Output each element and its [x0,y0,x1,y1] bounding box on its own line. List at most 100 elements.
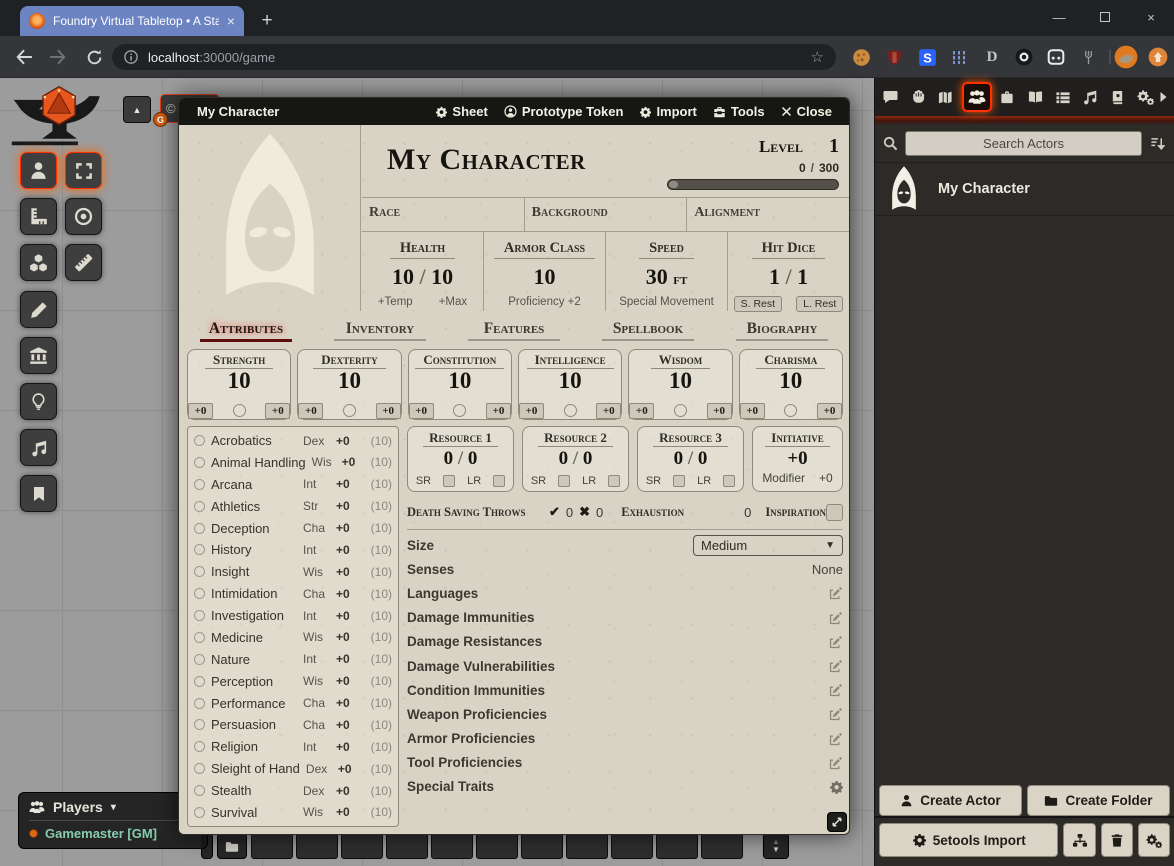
sounds-control-button[interactable] [20,429,57,466]
nav-collapse-button[interactable]: ▲ [123,96,151,123]
proficiency-radio[interactable] [343,404,356,417]
player-row-gm[interactable]: Gamemaster [GM] [29,826,197,841]
short-rest-button[interactable]: S. Rest [734,296,782,312]
ability-name[interactable]: Strength [205,352,273,369]
skill-row[interactable]: Animal Handling Wis +0 (10) [188,452,398,473]
macro-slot[interactable] [251,833,293,859]
hit-dice-value[interactable]: 1 / 1 [728,264,849,290]
death-success-count[interactable]: 0 [566,505,573,520]
skill-proficiency-radio[interactable] [194,698,205,709]
proficiency-radio[interactable] [674,404,687,417]
tab-attributes[interactable]: Attributes [179,317,313,347]
ability-name[interactable]: Dexterity [313,352,385,369]
page-down-icon[interactable]: ▼ [772,846,780,854]
initiative-label[interactable]: Initiative [765,430,829,447]
ability-save[interactable]: +0 [265,403,290,419]
s-extension-icon[interactable]: S [915,45,939,69]
site-info-icon[interactable] [124,50,138,64]
edit-icon[interactable] [829,586,843,600]
skill-proficiency-radio[interactable] [194,632,205,643]
box-extension-icon[interactable] [1044,45,1068,69]
skill-proficiency-radio[interactable] [194,741,205,752]
minimize-button[interactable]: — [1036,0,1082,34]
tab-playlists[interactable] [1076,78,1104,116]
skill-row[interactable]: Athletics Str +0 (10) [188,496,398,517]
death-failure-icon[interactable]: ✖ [579,504,590,520]
skill-row[interactable]: Stealth Dex +0 (10) [188,780,398,801]
create-folder-button[interactable]: Create Folder [1027,785,1170,816]
edit-icon[interactable] [829,611,843,625]
ability-name[interactable]: Intelligence [527,352,614,369]
actor-list-item[interactable]: My Character [875,162,1174,216]
macro-slot[interactable] [611,833,653,859]
ability-name[interactable]: Wisdom [651,352,711,369]
lighting-control-button[interactable] [20,383,57,420]
skill-row[interactable]: Nature Int +0 (10) [188,649,398,670]
update-browser-icon[interactable] [1146,45,1170,69]
fork-extension-icon[interactable] [1076,45,1100,69]
macro-slot[interactable] [431,833,473,859]
skill-proficiency-radio[interactable] [194,457,205,468]
skill-proficiency-radio[interactable] [194,676,205,687]
health-value[interactable]: 10 / 10 [362,264,483,290]
gear-icon[interactable] [829,780,843,794]
edit-icon[interactable] [829,659,843,673]
bookmark-star-icon[interactable]: ☆ [811,48,824,66]
skill-proficiency-radio[interactable] [194,610,205,621]
sort-icon[interactable] [1149,136,1166,151]
ability-save[interactable]: +0 [817,403,842,419]
skill-row[interactable]: Perception Wis +0 (10) [188,671,398,692]
skill-row[interactable]: Insight Wis +0 (10) [188,561,398,582]
resource-label[interactable]: Resource 2 [538,430,613,447]
ability-score[interactable]: 10 [740,369,842,402]
macro-slot[interactable] [476,833,518,859]
tab-chat[interactable] [877,78,905,116]
edit-icon[interactable] [829,683,843,697]
long-rest-button[interactable]: L. Rest [796,296,843,312]
new-tab-button[interactable]: + [254,8,280,34]
special-movement-label[interactable]: Special Movement [606,296,727,308]
notes-control-button[interactable] [20,475,57,512]
resize-handle[interactable] [827,812,847,832]
prototype-token-button[interactable]: Prototype Token [496,104,632,119]
shield-extension-icon[interactable] [882,45,906,69]
delete-button[interactable] [1101,823,1133,857]
health-sub[interactable]: +Temp+Max [362,296,483,308]
macro-slot[interactable] [656,833,698,859]
maximize-button[interactable] [1082,0,1128,34]
eye-extension-icon[interactable] [1012,45,1036,69]
inspiration-checkbox[interactable] [826,504,843,521]
tab-actors[interactable] [962,82,992,112]
skill-row[interactable]: Acrobatics Dex +0 (10) [188,430,398,451]
module-settings-button[interactable] [1138,823,1170,857]
skill-proficiency-radio[interactable] [194,523,205,534]
tab-spellbook[interactable]: Spellbook [581,317,715,347]
skill-row[interactable]: Deception Cha +0 (10) [188,518,398,539]
resource-value[interactable]: 0 / 0 [523,447,628,475]
xp-value[interactable]: 0/300 [799,161,839,175]
ability-save[interactable]: +0 [376,403,401,419]
macro-slot[interactable] [521,833,563,859]
folder-tree-button[interactable] [1063,823,1095,857]
tab-biography[interactable]: Biography [715,317,849,347]
skill-row[interactable]: Persuasion Cha +0 (10) [188,714,398,735]
edit-icon[interactable] [829,756,843,770]
macro-slot[interactable] [701,833,743,859]
window-title[interactable]: My Character [188,104,427,119]
ability-score[interactable]: 10 [629,369,731,402]
modifier-value[interactable]: +0 [819,471,833,485]
url-bar[interactable]: localhost :30000/game ☆ [112,44,836,70]
skill-proficiency-radio[interactable] [194,435,205,446]
size-select[interactable]: Medium ▼ [693,535,843,556]
resource-value[interactable]: 0 / 0 [408,447,513,475]
ability-score[interactable]: 10 [409,369,511,402]
ability-name[interactable]: Constitution [415,352,504,369]
tab-combat[interactable] [905,78,933,116]
lr-checkbox[interactable] [608,475,620,487]
ability-save[interactable]: +0 [707,403,732,419]
tools-button[interactable]: Tools [705,104,773,119]
tab-inventory[interactable]: Inventory [313,317,447,347]
ac-value[interactable]: 10 [484,264,605,290]
close-window-button[interactable]: × [1128,0,1174,34]
drawings-control-button[interactable] [20,291,57,328]
